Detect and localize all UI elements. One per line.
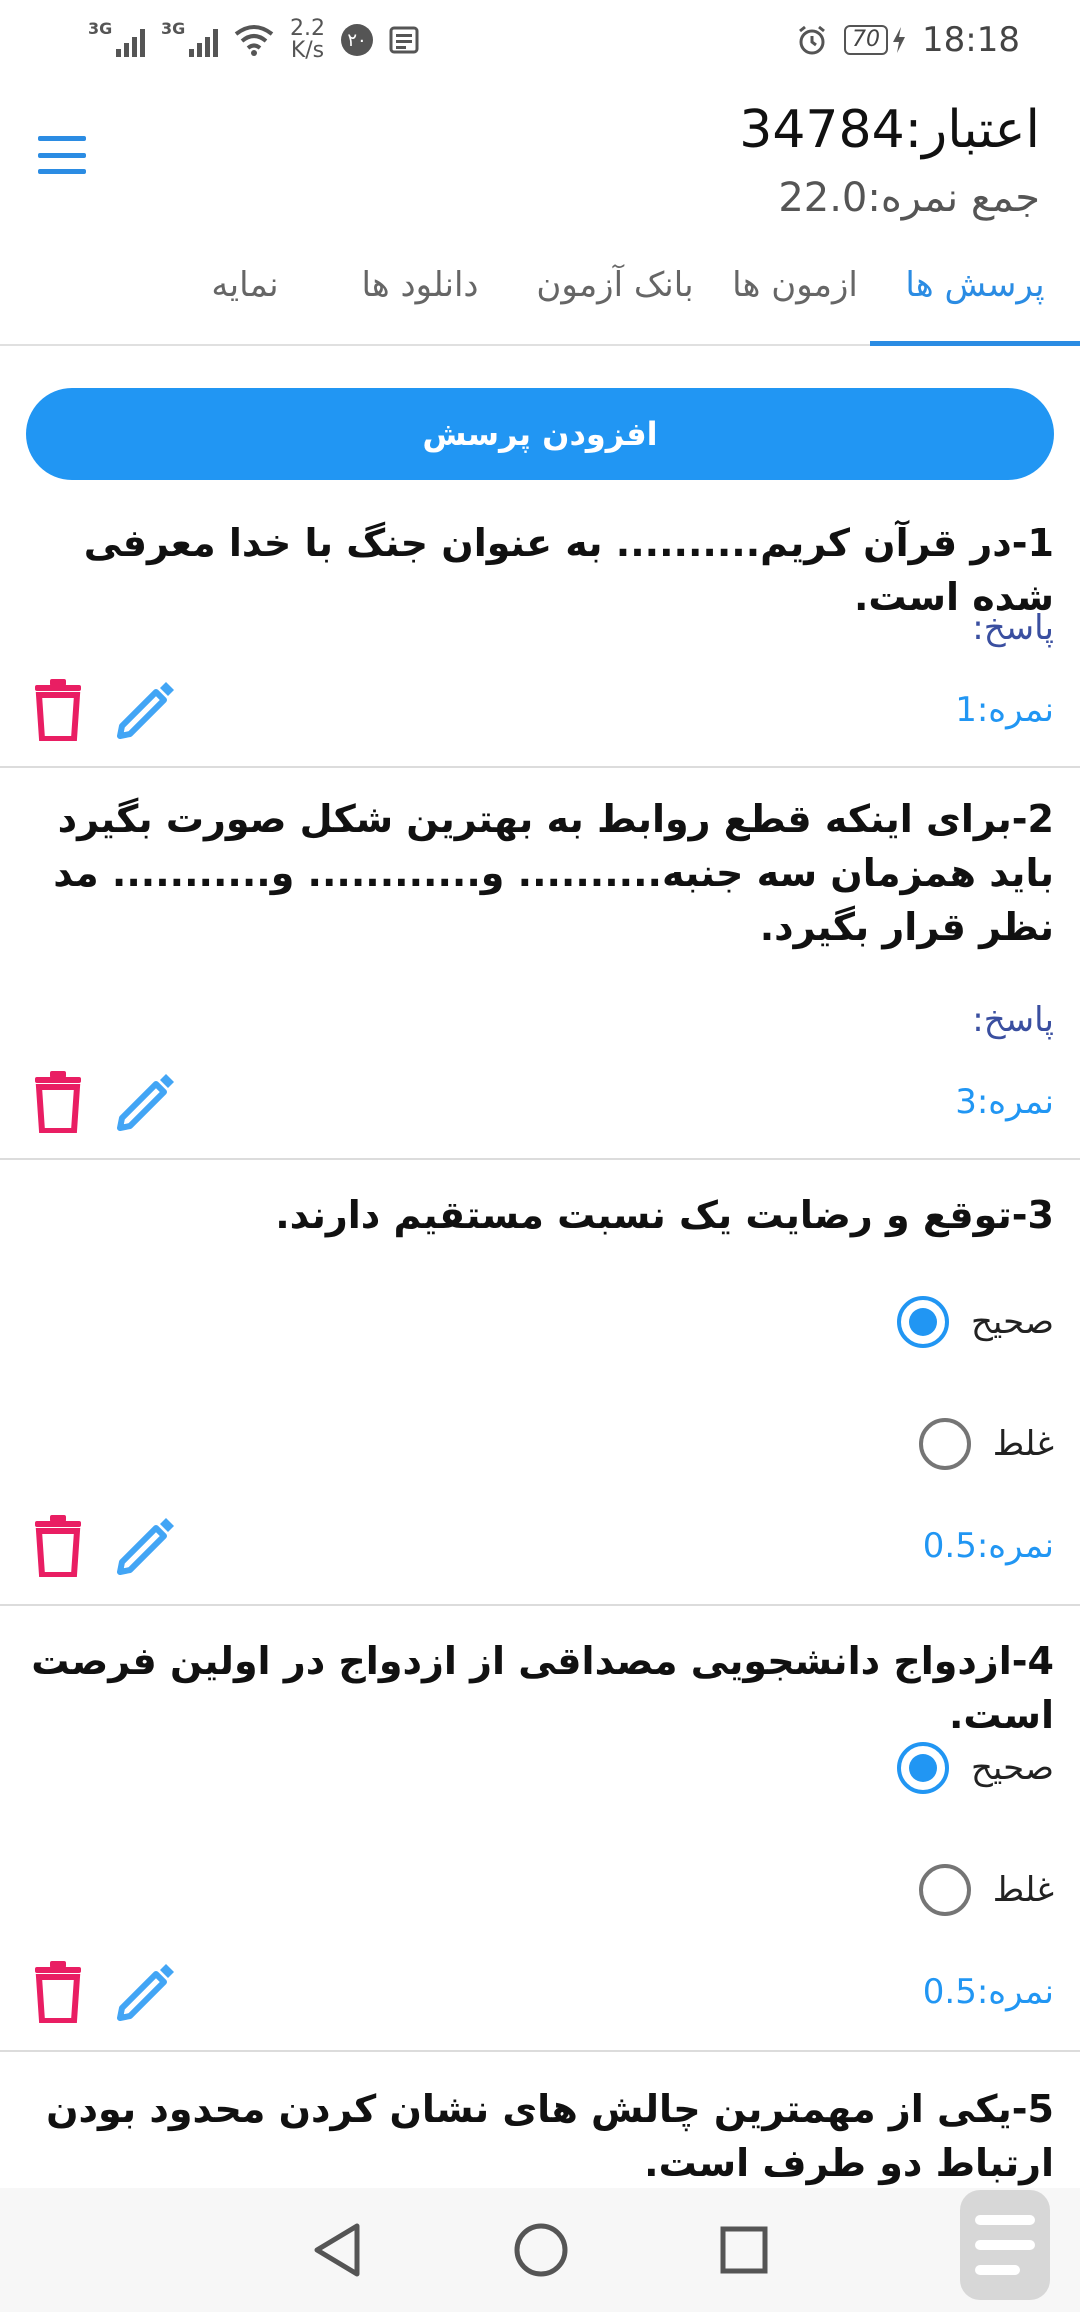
option-false[interactable]: غلط (918, 1418, 1054, 1470)
network-type: 3G (88, 19, 113, 38)
system-nav-bar (0, 2188, 1080, 2312)
question-text: 5-یکی از مهمترین چالش های نشان کردن محدو… (46, 2087, 1054, 2185)
network-speed: 2.2 K/s (290, 18, 325, 62)
question-actions (26, 1514, 178, 1578)
trash-icon (35, 679, 81, 741)
menu-icon-line (38, 152, 86, 158)
question-text: 1-در قرآن کریم.......... به عنوان جنگ با… (83, 521, 1054, 619)
tab-downloads[interactable]: دانلود ها (330, 250, 510, 344)
status-right: 70 18:18 (796, 20, 1020, 60)
question-text: 2-برای اینکه قطع روابط به بهترین شکل صور… (53, 797, 1054, 949)
option-true[interactable]: صحیح (896, 1742, 1054, 1794)
question-text: 4-ازدواج دانشجویی مصداقی از ازدواج در او… (31, 1639, 1054, 1737)
trash-icon (35, 1515, 81, 1577)
option-label: صحیح (970, 1748, 1054, 1788)
option-label: صحیح (970, 1302, 1054, 1342)
tab-bar: پرسش ها ازمون ها بانک آزمون دانلود ها نم… (0, 250, 1080, 346)
answer-label: پاسخ: (972, 608, 1054, 648)
signal-icon: 3G (88, 19, 145, 57)
add-question-button[interactable]: افزودن پرسش (26, 388, 1054, 480)
option-false[interactable]: غلط (918, 1864, 1054, 1916)
store-logo-icon (960, 2190, 1050, 2300)
radio-button[interactable] (896, 1742, 949, 1794)
radio-button[interactable] (918, 1864, 971, 1916)
menu-icon-line (38, 136, 86, 141)
speed-value: 2.2 (290, 16, 325, 41)
question-score: نمره:1 (955, 690, 1054, 730)
pencil-icon (117, 1074, 174, 1131)
option-true[interactable]: صحیح (896, 1296, 1054, 1348)
charging-icon (893, 27, 906, 53)
tab-questions[interactable]: پرسش ها (870, 250, 1080, 346)
answer-label: پاسخ: (972, 1000, 1054, 1040)
question-card: 1-در قرآن کریم.......... به عنوان جنگ با… (0, 500, 1080, 768)
edit-button[interactable] (114, 1960, 178, 2024)
radio-button[interactable] (896, 1296, 949, 1348)
question-actions (26, 1960, 178, 2024)
wifi-icon (234, 25, 274, 56)
speed-unit: K/s (290, 38, 325, 63)
delete-button[interactable] (26, 1514, 90, 1578)
tab-profile[interactable]: نمایه (160, 250, 330, 344)
radio-button[interactable] (918, 1418, 971, 1470)
total-score-label: جمع نمره:22.0 (778, 175, 1040, 221)
pencil-icon (117, 1518, 174, 1575)
network-type: 3G (161, 19, 186, 38)
question-card: 5-یکی از مهمترین چالش های نشان کردن محدو… (0, 2052, 1080, 2188)
pencil-icon (117, 682, 174, 739)
edit-button[interactable] (114, 1514, 178, 1578)
alarm-icon (799, 25, 825, 55)
app-header: اعتبار:34784 جمع نمره:22.0 (0, 80, 1080, 250)
menu-button[interactable] (34, 130, 90, 180)
delete-button[interactable] (26, 678, 90, 742)
edit-button[interactable] (114, 1070, 178, 1134)
battery-level: 70 (844, 25, 889, 55)
option-label: غلط (992, 1870, 1054, 1910)
status-left: 3G 3G 2.2 K/s ۲۰ (88, 18, 419, 62)
trash-icon (35, 1961, 81, 2023)
credit-label: اعتبار:34784 (739, 100, 1040, 160)
trash-icon (35, 1071, 81, 1133)
question-score: نمره:0.5 (922, 1972, 1054, 2012)
question-actions (26, 678, 178, 742)
delete-button[interactable] (26, 1960, 90, 2024)
status-bar: 3G 3G 2.2 K/s ۲۰ 70 18:18 (0, 0, 1080, 80)
tab-exam-bank[interactable]: بانک آزمون (510, 250, 720, 344)
question-card: 3-توقع و رضایت یک نسبت مستقیم دارند. صحی… (0, 1160, 1080, 1606)
question-card: 4-ازدواج دانشجویی مصداقی از ازدواج در او… (0, 1606, 1080, 2052)
question-score: نمره:0.5 (922, 1526, 1054, 1566)
battery-indicator: 70 (844, 25, 906, 55)
clock: 18:18 (922, 20, 1020, 60)
news-icon (389, 26, 419, 54)
home-icon[interactable] (513, 2222, 569, 2278)
option-label: غلط (992, 1424, 1054, 1464)
question-actions (26, 1070, 178, 1134)
back-icon[interactable] (311, 2222, 363, 2278)
notification-badge: ۲۰ (341, 24, 373, 56)
edit-button[interactable] (114, 678, 178, 742)
recents-icon[interactable] (719, 2225, 769, 2275)
tab-exams[interactable]: ازمون ها (720, 250, 870, 344)
signal-icon: 3G (161, 19, 218, 57)
pencil-icon (117, 1964, 174, 2021)
question-card: 2-برای اینکه قطع روابط به بهترین شکل صور… (0, 768, 1080, 1160)
menu-icon-line (38, 169, 86, 174)
delete-button[interactable] (26, 1070, 90, 1134)
question-text: 3-توقع و رضایت یک نسبت مستقیم دارند. (275, 1193, 1054, 1237)
question-score: نمره:3 (955, 1082, 1054, 1122)
